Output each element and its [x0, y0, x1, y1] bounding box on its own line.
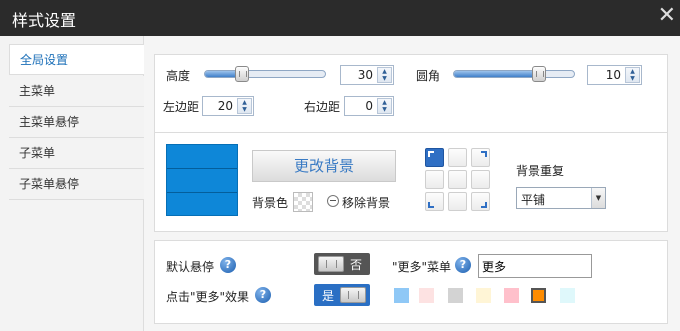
corner-top-right-icon — [481, 151, 487, 157]
sidebar-item-submenu-hover[interactable]: 子菜单悬停 — [9, 169, 144, 200]
sidebar: 全局设置 主菜单 主菜单悬停 子菜单 子菜单悬停 — [0, 36, 144, 331]
default-hover-label: 默认悬停 — [166, 260, 215, 274]
height-slider[interactable] — [204, 66, 326, 82]
radius-slider[interactable] — [453, 66, 575, 82]
left-margin-spinner[interactable]: 20 ▲ ▼ — [202, 96, 254, 116]
click-more-label: 点击"更多"效果 — [166, 290, 250, 304]
left-margin-spin-arrows[interactable]: ▲ ▼ — [237, 98, 252, 114]
left-margin-label: 左边距 — [163, 100, 200, 114]
more-menu-label: "更多"菜单 — [392, 260, 452, 274]
radius-slider-fill — [454, 71, 538, 77]
help-icon[interactable]: ? — [255, 287, 271, 303]
position-bottom-center[interactable] — [448, 192, 467, 211]
spin-down-icon[interactable]: ▼ — [238, 106, 251, 113]
corner-bottom-right-icon — [481, 202, 487, 208]
spin-up-icon[interactable]: ▲ — [626, 68, 639, 75]
color-chip-light-blue[interactable] — [394, 288, 409, 303]
right-margin-label: 右边距 — [304, 100, 341, 114]
color-chip-cream[interactable] — [476, 288, 491, 303]
spin-down-icon[interactable]: ▼ — [626, 75, 639, 82]
position-top-center[interactable] — [448, 148, 467, 167]
remove-icon[interactable] — [327, 195, 339, 207]
bg-repeat-value: 平铺 — [521, 193, 546, 207]
remove-background-link[interactable]: 移除背景 — [342, 194, 390, 211]
default-hover-toggle[interactable]: 否 — [314, 253, 370, 275]
title-bar: 样式设置 ✕ — [0, 0, 680, 36]
height-value: 30 — [357, 68, 373, 82]
bg-repeat-select[interactable]: 平铺 ▼ — [516, 187, 606, 209]
toggle-knob — [318, 256, 344, 272]
right-margin-value: 0 — [365, 99, 373, 113]
sidebar-item-submenu[interactable]: 子菜单 — [9, 138, 144, 169]
bg-color-label: 背景色 — [252, 196, 289, 210]
sidebar-item-main-menu[interactable]: 主菜单 — [9, 76, 144, 107]
preview-divider — [167, 168, 237, 169]
radius-value: 10 — [605, 68, 621, 82]
corner-bottom-left-icon — [428, 202, 434, 208]
height-slider-handle[interactable] — [235, 66, 249, 82]
position-middle-right[interactable] — [471, 170, 490, 189]
color-chip-pink[interactable] — [504, 288, 519, 303]
bg-repeat-label: 背景重复 — [516, 164, 565, 178]
corner-top-left-icon — [428, 151, 434, 157]
right-margin-spinner[interactable]: 0 ▲ ▼ — [344, 96, 394, 116]
default-hover-state: 否 — [350, 258, 363, 272]
spin-down-icon[interactable]: ▼ — [378, 75, 391, 82]
change-background-button[interactable]: 更改背景 — [252, 150, 396, 182]
height-spin-arrows[interactable]: ▲ ▼ — [377, 67, 392, 83]
height-spinner[interactable]: 30 ▲ ▼ — [340, 65, 394, 85]
toggle-knob — [340, 287, 366, 303]
position-middle-left[interactable] — [425, 170, 444, 189]
close-icon[interactable]: ✕ — [658, 4, 676, 28]
radius-label: 圆角 — [416, 69, 441, 83]
position-center[interactable] — [448, 170, 467, 189]
main-content: 高度 30 ▲ ▼ 圆角 10 ▲ ▼ 左边距 20 ▲ ▼ 右边距 0 ▲ ▼ — [144, 36, 680, 331]
bg-color-swatch[interactable] — [293, 192, 313, 212]
chevron-down-icon[interactable]: ▼ — [591, 188, 605, 208]
spin-up-icon[interactable]: ▲ — [238, 99, 251, 106]
radius-slider-handle[interactable] — [532, 66, 546, 82]
background-preview — [166, 144, 238, 216]
color-chip-gray[interactable] — [448, 288, 463, 303]
dialog-title: 样式设置 — [12, 11, 77, 30]
radius-spinner[interactable]: 10 ▲ ▼ — [587, 65, 642, 85]
color-chip-orange[interactable] — [531, 288, 546, 303]
more-menu-input[interactable] — [478, 254, 592, 278]
height-label: 高度 — [166, 69, 191, 83]
spin-up-icon[interactable]: ▲ — [378, 99, 391, 106]
color-chip-light-cyan[interactable] — [560, 288, 575, 303]
radius-spin-arrows[interactable]: ▲ ▼ — [625, 67, 640, 83]
help-icon[interactable]: ? — [455, 257, 471, 273]
sidebar-item-main-menu-hover[interactable]: 主菜单悬停 — [9, 107, 144, 138]
color-chip-light-pink[interactable] — [419, 288, 434, 303]
help-icon[interactable]: ? — [220, 257, 236, 273]
position-bottom-left[interactable] — [425, 192, 444, 211]
behavior-panel — [154, 240, 668, 324]
spin-up-icon[interactable]: ▲ — [378, 68, 391, 75]
left-margin-value: 20 — [217, 99, 233, 113]
position-top-left[interactable] — [425, 148, 444, 167]
right-margin-spin-arrows[interactable]: ▲ ▼ — [377, 98, 392, 114]
position-bottom-right[interactable] — [471, 192, 490, 211]
click-more-state: 是 — [322, 289, 335, 303]
preview-divider — [167, 192, 237, 193]
spin-down-icon[interactable]: ▼ — [378, 106, 391, 113]
position-top-right[interactable] — [471, 148, 490, 167]
sidebar-item-global[interactable]: 全局设置 — [9, 44, 144, 75]
click-more-toggle[interactable]: 是 — [314, 284, 370, 306]
